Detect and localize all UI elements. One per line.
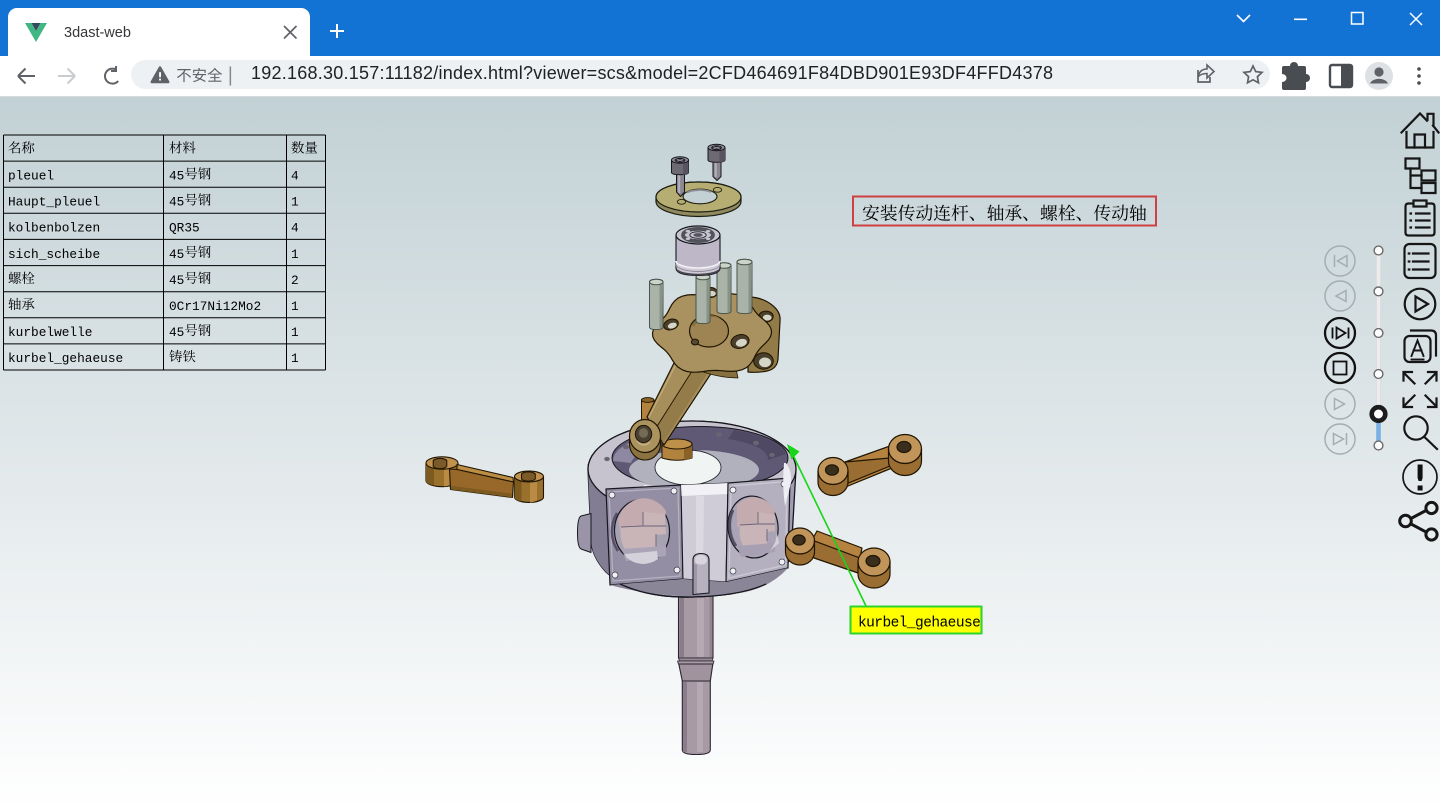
svg-text:kolbenbolzen: kolbenbolzen [8, 221, 100, 236]
svg-text:45: 45 [169, 247, 184, 262]
svg-text:QR35: QR35 [169, 221, 200, 236]
svg-text:45: 45 [169, 325, 184, 340]
svg-text:sich_scheibe: sich_scheibe [8, 247, 100, 262]
svg-text:kurbel_gehaeuse: kurbel_gehaeuse [858, 616, 980, 632]
svg-text:4: 4 [291, 169, 299, 184]
svg-text:pleuel: pleuel [8, 169, 54, 184]
svg-text:4: 4 [291, 221, 299, 236]
svg-text:1: 1 [291, 195, 299, 210]
svg-text:Haupt_pleuel: Haupt_pleuel [8, 195, 100, 210]
svg-text:kurbelwelle: kurbelwelle [8, 325, 92, 340]
svg-text:2: 2 [291, 273, 299, 288]
svg-text:45: 45 [169, 195, 184, 210]
svg-text:1: 1 [291, 247, 299, 262]
svg-text:1: 1 [291, 325, 299, 340]
svg-text:45: 45 [169, 169, 184, 184]
svg-text:45: 45 [169, 273, 184, 288]
svg-text:kurbel_gehaeuse: kurbel_gehaeuse [8, 351, 123, 366]
svg-text:0Cr17Ni12Mo2: 0Cr17Ni12Mo2 [169, 299, 261, 314]
svg-text:1: 1 [291, 351, 299, 366]
svg-text:1: 1 [291, 299, 299, 314]
